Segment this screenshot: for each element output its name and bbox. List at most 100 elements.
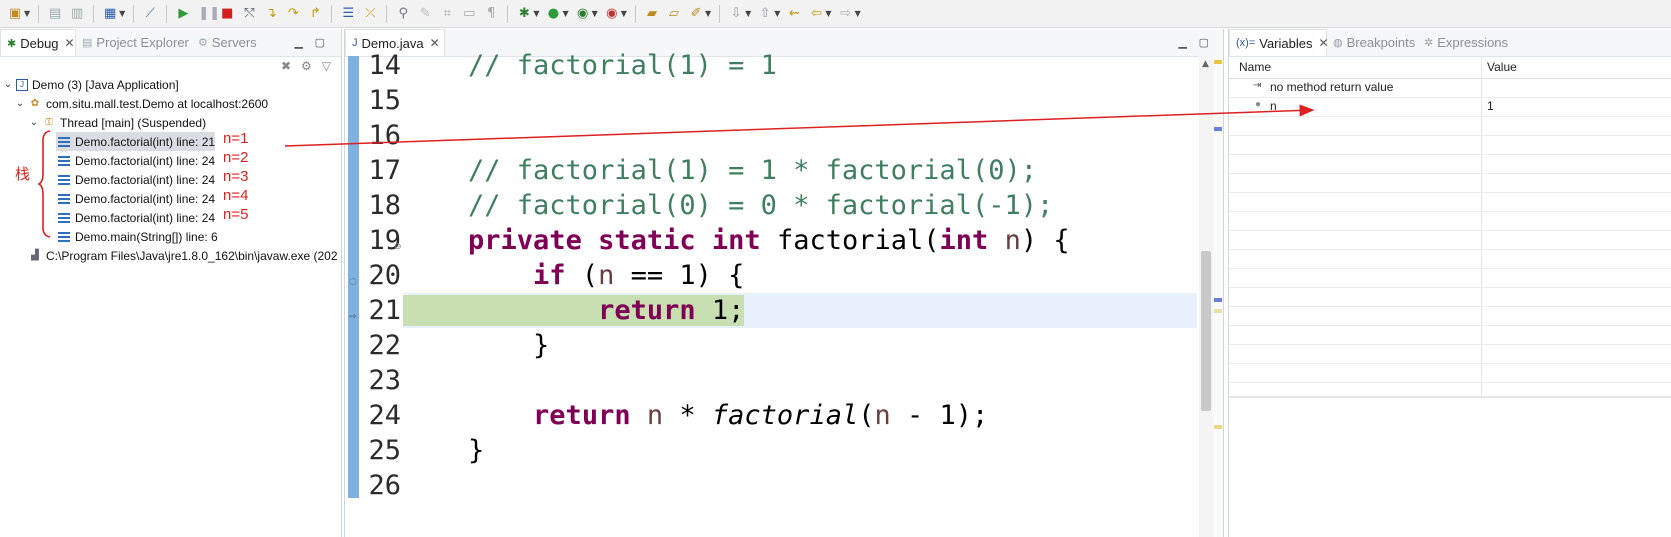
view-menu-icon[interactable]: ▽ bbox=[322, 59, 331, 73]
coverage-icon[interactable]: ◉ bbox=[576, 6, 590, 21]
variable-row[interactable]: ● n 1 bbox=[1229, 97, 1671, 117]
stack-frame-row[interactable]: Demo.factorial(int) line: 21 bbox=[56, 132, 216, 151]
variable-name: no method return value bbox=[1270, 80, 1394, 94]
open-folder-icon[interactable]: ▱ bbox=[667, 6, 681, 21]
code-editor[interactable]: 14 // factorial(1) = 1 15 16 17 // facto… bbox=[368, 50, 1197, 537]
chevron-down-icon[interactable]: ▼ bbox=[774, 9, 780, 18]
variable-row-empty bbox=[1229, 192, 1671, 212]
remove-terminated-icon[interactable]: ✖ bbox=[281, 59, 291, 73]
stack-frame-row[interactable]: Demo.main(String[]) line: 6 bbox=[56, 227, 218, 246]
tab-debug[interactable]: ✱ Debug ✕ bbox=[0, 29, 76, 56]
tree-item-debug-target[interactable]: ⌄ ✿ com.situ.mall.test.Demo at localhost… bbox=[14, 94, 268, 113]
stack-frame-row[interactable]: Demo.factorial(int) line: 24 bbox=[56, 208, 215, 227]
tab-variables[interactable]: (x)= Variables ✕ bbox=[1229, 29, 1329, 56]
step-into-icon[interactable]: ↴ bbox=[264, 6, 278, 21]
tree-item-thread[interactable]: ⌄ ⚿ Thread [main] (Suspended) bbox=[28, 113, 206, 132]
show-whitespace-icon[interactable]: ¶ bbox=[484, 6, 498, 21]
save-icon[interactable]: ▤ bbox=[48, 6, 62, 21]
tab-breakpoints[interactable]: ◍ Breakpoints bbox=[1333, 29, 1415, 56]
use-step-filters-icon[interactable]: ⤫ bbox=[363, 6, 377, 21]
process-icon: ▟ bbox=[31, 250, 39, 261]
navigate-forward-icon[interactable]: ⇨ bbox=[839, 6, 853, 21]
stack-frame-row[interactable]: Demo.factorial(int) line: 24 bbox=[56, 170, 215, 189]
overview-ruler[interactable] bbox=[1213, 56, 1223, 537]
close-icon[interactable]: ✕ bbox=[65, 36, 75, 50]
maximize-icon[interactable]: ▢ bbox=[315, 36, 325, 49]
code-keyword: int bbox=[711, 225, 761, 256]
resume-icon[interactable]: ▶ bbox=[176, 6, 190, 21]
chevron-down-icon[interactable]: ▼ bbox=[533, 9, 539, 18]
tab-expressions[interactable]: ✲ Expressions bbox=[1424, 29, 1508, 56]
chevron-down-icon[interactable]: ▼ bbox=[705, 9, 711, 18]
pin-icon[interactable]: ⚲ bbox=[396, 6, 410, 21]
editor-vertical-scrollbar[interactable]: ▲ bbox=[1199, 56, 1213, 537]
minimize-icon[interactable]: ▁ bbox=[295, 36, 303, 49]
terminate-icon[interactable]: ■ bbox=[220, 6, 234, 21]
column-header-value[interactable]: Value bbox=[1487, 60, 1517, 74]
stack-frame-row[interactable]: Demo.factorial(int) line: 24 bbox=[56, 189, 215, 208]
code-keyword: return bbox=[598, 295, 696, 326]
next-annotation-icon[interactable]: ⇩ bbox=[729, 6, 743, 21]
tree-item-process[interactable]: ▟ C:\Program Files\Java\jre1.8.0_162\bin… bbox=[26, 246, 337, 265]
chevron-down-icon[interactable]: ▼ bbox=[745, 9, 751, 18]
overview-marker[interactable] bbox=[1214, 127, 1222, 131]
debug-view-icon[interactable]: ▦ bbox=[103, 6, 117, 21]
stack-frame-label: Demo.factorial(int) line: 24 bbox=[75, 153, 216, 168]
navigate-back-icon[interactable]: ⇦ bbox=[809, 6, 823, 21]
stack-frame-row[interactable]: Demo.factorial(int) line: 24 bbox=[56, 151, 215, 170]
collapse-icon[interactable]: ⚙ bbox=[301, 59, 312, 73]
chevron-down-icon[interactable]: ▼ bbox=[119, 9, 125, 18]
frame-annotation: n=1 bbox=[223, 130, 249, 147]
chevron-down-icon[interactable]: ▼ bbox=[562, 9, 568, 18]
mark-occurrences-icon[interactable]: ✎ bbox=[418, 6, 432, 21]
chevron-down-icon[interactable]: ⌄ bbox=[2, 79, 14, 90]
new-java-project-icon[interactable]: ▰ bbox=[645, 6, 659, 21]
scroll-up-icon[interactable]: ▲ bbox=[1202, 59, 1209, 69]
chevron-down-icon[interactable]: ▼ bbox=[855, 9, 861, 18]
overview-marker[interactable] bbox=[1214, 298, 1222, 302]
line-number: 20 bbox=[368, 260, 401, 291]
step-over-icon[interactable]: ↷ bbox=[286, 6, 300, 21]
skip-breakpoints-icon[interactable]: ⟋ bbox=[143, 6, 157, 21]
chevron-down-icon[interactable]: ⌄ bbox=[14, 98, 26, 109]
tab-servers[interactable]: ⚙ Servers bbox=[198, 29, 257, 56]
chevron-down-icon[interactable]: ▼ bbox=[24, 9, 30, 18]
drop-to-frame-icon[interactable]: ☰ bbox=[341, 6, 355, 21]
chevron-down-icon[interactable]: ▼ bbox=[621, 9, 627, 18]
detail-pane-divider[interactable] bbox=[1229, 396, 1671, 398]
scrollbar-thumb[interactable] bbox=[1201, 251, 1211, 411]
code-text: } bbox=[403, 330, 550, 361]
disconnect-icon[interactable]: ⤲ bbox=[242, 6, 256, 21]
debug-icon[interactable]: ✱ bbox=[517, 6, 531, 21]
save-all-icon[interactable]: ▥ bbox=[70, 6, 84, 21]
toggle-block-icon[interactable]: ⌗ bbox=[440, 6, 454, 21]
overview-marker[interactable] bbox=[1214, 425, 1222, 429]
tree-item-launch[interactable]: ⌄ J Demo (3) [Java Application] bbox=[2, 75, 179, 94]
close-icon[interactable]: ✕ bbox=[1318, 36, 1328, 50]
line-number: 17 bbox=[368, 155, 401, 186]
chevron-down-icon[interactable]: ▼ bbox=[592, 9, 598, 18]
code-line: 24 return n * factorial(n - 1); bbox=[368, 398, 1197, 433]
last-edit-location-icon[interactable]: ⇜ bbox=[787, 6, 801, 21]
chevron-down-icon[interactable]: ⌄ bbox=[28, 117, 40, 128]
step-return-icon[interactable]: ↱ bbox=[308, 6, 322, 21]
fold-collapse-icon[interactable]: ⊖ bbox=[394, 242, 402, 252]
tab-project-explorer[interactable]: ▤ Project Explorer bbox=[82, 29, 189, 56]
breakpoint-marker-icon[interactable]: ◌ bbox=[349, 277, 357, 287]
column-header-name[interactable]: Name bbox=[1239, 60, 1271, 74]
previous-annotation-icon[interactable]: ⇧ bbox=[758, 6, 772, 21]
maximize-icon[interactable]: ▢ bbox=[1199, 36, 1209, 49]
frame-annotation: n=4 bbox=[223, 187, 249, 204]
new-file-icon[interactable]: ▣ bbox=[8, 6, 22, 21]
variable-row-empty bbox=[1229, 287, 1671, 307]
variable-row-empty bbox=[1229, 268, 1671, 288]
run-icon[interactable]: ● bbox=[546, 6, 560, 21]
external-tools-icon[interactable]: ◉ bbox=[605, 6, 619, 21]
overview-marker[interactable] bbox=[1214, 60, 1222, 64]
open-type-icon[interactable]: ✐ bbox=[689, 6, 703, 21]
suspend-icon[interactable]: ❚❚ bbox=[198, 6, 220, 21]
word-wrap-icon[interactable]: ▭ bbox=[462, 6, 476, 21]
chevron-down-icon[interactable]: ▼ bbox=[825, 9, 831, 18]
overview-marker[interactable] bbox=[1214, 309, 1222, 313]
variable-row[interactable]: ⇥ no method return value bbox=[1229, 78, 1671, 98]
